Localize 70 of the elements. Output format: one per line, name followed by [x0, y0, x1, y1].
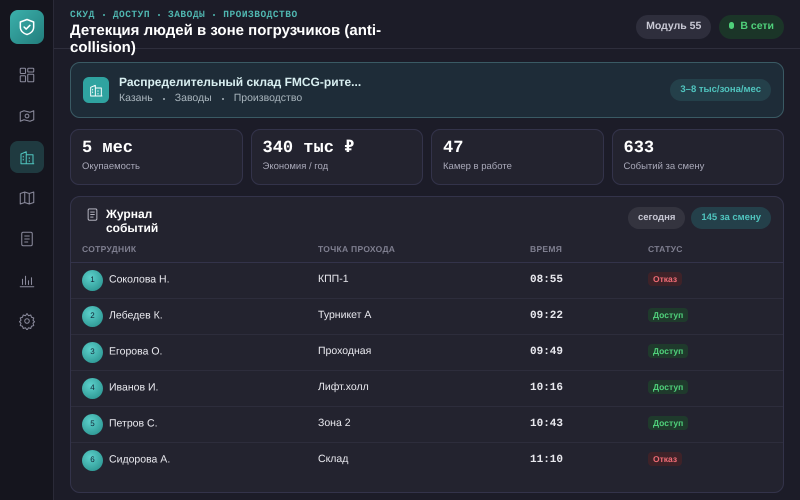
price-label: 3–8 тыс/зона/мес — [670, 78, 771, 101]
status-tag: Доступ — [648, 308, 688, 322]
event-time: 09:49 — [530, 346, 564, 358]
event-time: 09:22 — [530, 310, 564, 322]
stat-label: Окупаемость — [82, 160, 141, 174]
module-label: Модуль 55 — [636, 15, 712, 39]
column-header: ВРЕМЯ — [519, 236, 637, 262]
site-tag: Заводы — [174, 91, 212, 107]
breadcrumb-link[interactable]: СКУД — [70, 8, 95, 22]
employee-name: Иванов И. — [109, 381, 158, 393]
site-tag: Казань — [119, 91, 153, 107]
employee-name: Егорова О. — [109, 345, 162, 357]
separator-dot — [222, 98, 224, 100]
status-tag: Доступ — [648, 344, 688, 358]
site-name: Распределительный склад FMCG-рите... — [119, 74, 362, 91]
settings-icon — [18, 312, 36, 330]
stat-label: Экономия / год — [262, 160, 330, 174]
status-tag: Отказ — [648, 272, 682, 286]
stat-value: 5 мес — [82, 138, 134, 160]
row-number: 3 — [82, 342, 103, 362]
stat-value: 340 тыс ₽ — [262, 138, 356, 160]
separator-dot — [102, 14, 105, 16]
journal-title: Журнал событий — [106, 206, 160, 235]
stat-label: Камер в работе — [443, 160, 513, 174]
row-number: 5 — [82, 414, 103, 434]
event-time: 10:43 — [530, 418, 564, 430]
breadcrumb-link[interactable]: ЗАВОДЫ — [168, 8, 206, 22]
access-point: Склад — [318, 453, 348, 466]
status-label: В сети — [719, 15, 784, 39]
column-header: СТАТУС — [637, 236, 783, 262]
stat-label: Событий за смену — [624, 160, 706, 174]
count-label: 145 за смену — [691, 206, 771, 229]
row-number: 6 — [82, 450, 103, 471]
event-time: 10:16 — [530, 382, 564, 394]
employee-name: Сидорова А. — [109, 453, 170, 466]
logo-icon — [10, 10, 44, 44]
building-icon — [18, 148, 36, 166]
map-pin-icon — [18, 107, 36, 125]
column-header: ТОЧКА ПРОХОДА — [307, 236, 519, 262]
row-number: 4 — [82, 378, 103, 398]
access-point: КПП-1 — [318, 273, 349, 286]
access-point: Проходная — [318, 345, 372, 358]
breadcrumb-link[interactable]: ДОСТУП — [112, 8, 150, 22]
column-header: СОТРУДНИК — [71, 236, 307, 262]
site-tag: Производство — [234, 91, 302, 107]
document-icon — [85, 206, 100, 222]
status-tag: Доступ — [648, 380, 688, 394]
sidebar-button[interactable] — [10, 141, 44, 173]
event-time: 08:55 — [530, 274, 564, 286]
page-title: Детекция людей в зоне погрузчиков (anti-collision) — [70, 22, 382, 56]
dashboard-icon — [18, 66, 36, 84]
separator-dot — [213, 14, 216, 16]
row-number: 2 — [82, 306, 103, 326]
access-point: Турникет А — [318, 309, 372, 322]
breadcrumb-link[interactable]: ПРОИЗВОДСТВО — [223, 8, 298, 22]
period-label: сегодня — [628, 206, 686, 229]
employee-name: Соколова Н. — [109, 273, 170, 285]
map-icon — [18, 189, 36, 207]
row-number: 1 — [82, 270, 103, 290]
access-point: Лифт.холл — [318, 381, 369, 394]
status-tag: Отказ — [648, 452, 682, 466]
separator-dot — [158, 14, 160, 16]
employee-name: Петров С. — [109, 417, 158, 429]
access-point: Зона 2 — [318, 417, 351, 430]
separator-dot — [162, 98, 165, 100]
event-time: 11:10 — [530, 454, 564, 466]
stat-value: 47 — [443, 138, 464, 160]
employee-name: Лебедев К. — [109, 309, 163, 321]
stat-value: 633 — [624, 138, 656, 160]
status-tag: Доступ — [648, 416, 688, 430]
